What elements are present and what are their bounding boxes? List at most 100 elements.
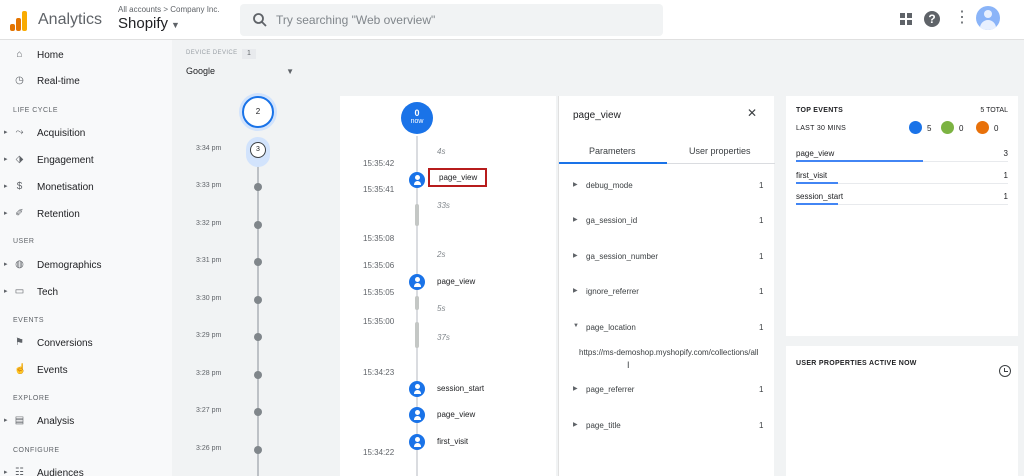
- param-row[interactable]: ▶ ignore_referrer 1: [559, 282, 775, 302]
- section-configure: CONFIGURE: [13, 447, 60, 454]
- gap-label: 4s: [437, 147, 446, 156]
- selected-event[interactable]: page_view: [428, 168, 488, 187]
- top-bar: Analytics All accounts > Company Inc. Sh…: [0, 0, 1024, 40]
- minute-dot[interactable]: [254, 296, 262, 304]
- user-badge-icon: [909, 121, 922, 134]
- search-icon: [253, 13, 267, 27]
- search-input[interactable]: Try searching "Web overview": [276, 13, 435, 27]
- minute-bubble-current[interactable]: 3: [250, 142, 266, 158]
- acquisition-icon: ⤳: [15, 127, 24, 138]
- minute-time: 3:33 pm: [196, 182, 222, 189]
- expand-arrow-icon: ▶: [573, 386, 578, 392]
- clock-icon: ◷: [15, 75, 24, 86]
- avatar[interactable]: [976, 6, 1000, 30]
- nav-retention[interactable]: ▸ ✐ Retention: [0, 202, 172, 226]
- param-value: https://ms-demoshop.myshopify.com/collec…: [579, 348, 759, 357]
- nav-engagement[interactable]: ▸ ⬗ Engagement: [0, 148, 172, 172]
- param-row-expanded[interactable]: ▼ page_location 1: [559, 318, 775, 338]
- nav-conversions[interactable]: ⚑ Conversions: [0, 331, 172, 355]
- event-time: 15:34:22: [363, 448, 395, 457]
- section-explore: EXPLORE: [13, 395, 50, 402]
- event-label[interactable]: page_view: [437, 410, 475, 419]
- event-time: 15:34:23: [363, 368, 395, 377]
- minute-dot[interactable]: [254, 183, 262, 191]
- section-lifecycle: LIFE CYCLE: [13, 107, 59, 114]
- minute-dot[interactable]: [254, 371, 262, 379]
- expand-arrow-icon: ▸: [4, 261, 8, 268]
- more-vert-icon[interactable]: ⋮: [954, 10, 970, 26]
- minute-dot[interactable]: [254, 333, 262, 341]
- param-row[interactable]: ▶ page_title 1: [559, 416, 775, 436]
- now-indicator: 0 now: [401, 102, 433, 134]
- help-icon[interactable]: ?: [924, 11, 940, 27]
- top-event-row[interactable]: session_start 1: [796, 189, 1008, 209]
- minute-dot[interactable]: [254, 221, 262, 229]
- minute-time: 3:34 pm: [196, 145, 222, 152]
- minute-time: 3:30 pm: [196, 295, 222, 302]
- touch-icon: ☝: [14, 364, 27, 375]
- close-icon[interactable]: ✕: [747, 106, 757, 120]
- account-picker[interactable]: All accounts > Company Inc. Shopify ▼: [118, 5, 220, 32]
- param-row[interactable]: ▶ ga_session_id 1: [559, 211, 775, 231]
- nav-analysis[interactable]: ▸ ▤ Analysis: [0, 409, 172, 433]
- minute-time: 3:28 pm: [196, 370, 222, 377]
- nav-realtime[interactable]: ◷ Real-time: [0, 69, 172, 93]
- minute-time: 3:32 pm: [196, 220, 222, 227]
- event-label[interactable]: first_visit: [437, 437, 468, 446]
- retention-icon: ✐: [15, 208, 24, 219]
- top-event-row[interactable]: page_view 3: [796, 146, 1008, 166]
- minute-dot[interactable]: [254, 408, 262, 416]
- param-row[interactable]: ▶ ga_session_number 1: [559, 247, 775, 267]
- left-nav: ⌂ Home ◷ Real-time LIFE CYCLE ▸ ⤳ Acquis…: [0, 40, 172, 476]
- event-label[interactable]: page_view: [437, 277, 475, 286]
- gap-bar: [415, 296, 419, 310]
- user-event-icon[interactable]: [409, 172, 425, 188]
- search-bar[interactable]: Try searching "Web overview": [240, 4, 663, 36]
- event-time: 15:35:08: [363, 234, 395, 243]
- currency-icon: $: [16, 181, 23, 192]
- app-title: Analytics: [38, 11, 103, 28]
- param-row[interactable]: ▶ page_referrer 1: [559, 380, 775, 400]
- device-select[interactable]: Google ▼: [186, 66, 294, 76]
- minute-dot[interactable]: [254, 446, 262, 454]
- panel-title: page_view: [573, 110, 621, 121]
- analytics-logo[interactable]: [8, 9, 30, 31]
- param-row[interactable]: ▶ debug_mode 1: [559, 176, 775, 196]
- minute-dot[interactable]: [254, 258, 262, 266]
- top-event-row[interactable]: first_visit 1: [796, 168, 1008, 188]
- property-name: Shopify ▼: [118, 15, 180, 32]
- apps-grid-icon[interactable]: [900, 13, 912, 25]
- share-bar: [796, 203, 839, 205]
- nav-demographics[interactable]: ▸ ◍ Demographics: [0, 253, 172, 277]
- expand-arrow-icon: ▶: [573, 253, 578, 259]
- badge-count: 5: [927, 124, 932, 133]
- history-icon[interactable]: [999, 365, 1011, 377]
- minute-time: 3:31 pm: [196, 257, 222, 264]
- gap-bar: [415, 322, 419, 348]
- gap-label: 33s: [437, 201, 450, 210]
- user-event-icon[interactable]: [409, 381, 425, 397]
- tab-parameters[interactable]: Parameters: [589, 146, 636, 156]
- gap-bar: [415, 204, 419, 226]
- tab-user-properties[interactable]: User properties: [689, 146, 751, 156]
- event-label[interactable]: session_start: [437, 384, 484, 393]
- expand-arrow-icon: ▸: [4, 183, 8, 190]
- minute-bubble-top[interactable]: 2: [242, 96, 274, 128]
- expand-arrow-icon: ▸: [4, 129, 8, 136]
- nav-acquisition[interactable]: ▸ ⤳ Acquisition: [0, 121, 172, 145]
- user-event-icon[interactable]: [409, 434, 425, 450]
- nav-monetisation[interactable]: ▸ $ Monetisation: [0, 175, 172, 199]
- chevron-down-icon: ▼: [171, 20, 180, 30]
- user-event-icon[interactable]: [409, 407, 425, 423]
- nav-audiences[interactable]: ▸ ☷ Audiences: [0, 461, 172, 476]
- devices-icon: ▭: [14, 286, 25, 297]
- user-event-icon[interactable]: [409, 274, 425, 290]
- event-parameters-panel: page_view ✕ Parameters User properties ▶…: [558, 96, 775, 476]
- badge-count: 0: [959, 124, 964, 133]
- nav-home[interactable]: ⌂ Home: [0, 43, 172, 67]
- nav-tech[interactable]: ▸ ▭ Tech: [0, 280, 172, 304]
- tabs: Parameters User properties: [559, 138, 775, 164]
- top-events-card: TOP EVENTS 5 TOTAL LAST 30 MINS 5 0 0 pa…: [786, 96, 1018, 336]
- event-time: 15:35:00: [363, 317, 395, 326]
- nav-events[interactable]: ☝ Events: [0, 358, 172, 382]
